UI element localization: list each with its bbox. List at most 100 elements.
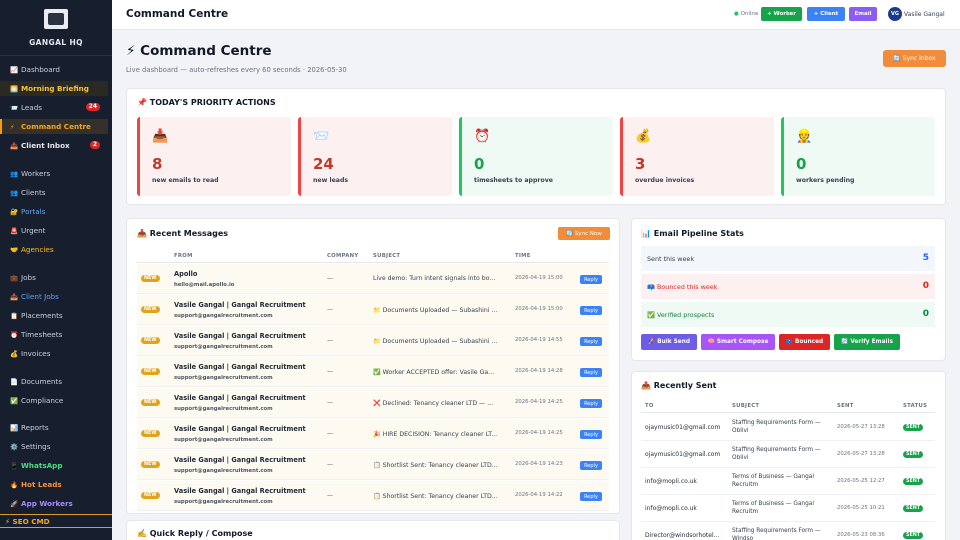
sidebar-item-client-inbox[interactable]: 📥 Client Inbox 2	[0, 138, 108, 153]
subject-cell: Staffing Requirements Form — Windso	[732, 528, 821, 540]
add-worker-button[interactable]: + Worker	[761, 7, 802, 21]
sidebar-item-seo-cmd[interactable]: ⚡ SEO CMD	[0, 514, 112, 528]
sender-name: Vasile Gangal | Gangal Recruitment	[174, 425, 306, 433]
table-row[interactable]: info@mopli.co.uk Terms of Business — Gan…	[641, 468, 935, 495]
sidebar-item-label: Compliance	[21, 396, 64, 405]
sidebar-item-urgent[interactable]: 🚨 Urgent	[0, 223, 108, 238]
reply-button[interactable]: Reply	[580, 368, 602, 377]
column-header-status: STATUS	[903, 403, 928, 409]
sync-inbox-button[interactable]: 🔄 Sync Inbox	[883, 50, 946, 67]
table-row[interactable]: NEW Vasile Gangal | Gangal Recruitment s…	[137, 357, 609, 387]
sidebar-item-workers[interactable]: 👥 Workers	[0, 166, 108, 181]
sync-now-button[interactable]: 🔄 Sync Now	[558, 227, 610, 240]
sidebar-item-reports[interactable]: 📊 Reports	[0, 420, 108, 435]
recipient-cell: ojaymusic01@gmail.com	[645, 424, 721, 431]
table-row[interactable]: ojaymusic01@gmail.com Staffing Requireme…	[641, 441, 935, 468]
quick-reply-title: ✍️ Quick Reply / Compose	[137, 529, 253, 538]
table-row[interactable]: info@mopli.co.uk Terms of Business — Gan…	[641, 495, 935, 522]
subject-cell: Terms of Business — Gangal Recruitm	[732, 501, 814, 516]
table-row[interactable]: NEW Vasile Gangal | Gangal Recruitment s…	[137, 295, 609, 325]
status-badge: SENT	[903, 478, 924, 486]
sidebar-item-settings[interactable]: ⚙️ Settings	[0, 439, 108, 454]
subject-cell: Terms of Business — Gangal Recruitm	[732, 474, 814, 489]
bulk-send-button[interactable]: 🚀 Bulk Send	[641, 334, 697, 350]
sidebar-item-hot-leads[interactable]: 🔥 Hot Leads	[0, 477, 108, 492]
sidebar-item-jobs[interactable]: 💼 Jobs	[0, 270, 108, 285]
sidebar-item-label: Dashboard	[21, 65, 60, 74]
sidebar-item-label: Workers	[21, 169, 51, 178]
sidebar-item-label: Hot Leads	[21, 480, 62, 489]
sender-name: Vasile Gangal | Gangal Recruitment	[174, 394, 306, 402]
time-cell: 2026-04-19 15:00	[515, 275, 563, 281]
reply-button[interactable]: Reply	[580, 492, 602, 501]
sidebar-item-placements[interactable]: 📋 Placements	[0, 308, 108, 323]
sidebar-item-leads[interactable]: 📨 Leads 24	[0, 100, 108, 115]
table-row[interactable]: NEW Vasile Gangal | Gangal Recruitment s…	[137, 419, 609, 449]
sidebar-item-label: Portals	[21, 207, 46, 216]
recipient-cell: info@mopli.co.uk	[645, 478, 697, 485]
time-cell: 2026-04-19 14:23	[515, 461, 563, 467]
sender-email: support@gangalrecruitment.com	[174, 344, 273, 350]
sidebar-item-agencies[interactable]: 🤝 Agencies	[0, 242, 108, 257]
user-name[interactable]: Vasile Gangal	[904, 11, 945, 18]
sidebar-item-timesheets[interactable]: ⏰ Timesheets	[0, 327, 108, 342]
sidebar-item-label: App Workers	[21, 499, 73, 508]
sidebar-item-label: Timesheets	[21, 330, 63, 339]
reply-button[interactable]: Reply	[580, 306, 602, 315]
sidebar-item-label: Urgent	[21, 226, 46, 235]
sidebar-item-morning-briefing[interactable]: 🌅 Morning Briefing	[0, 81, 108, 96]
sidebar-item-documents[interactable]: 📄 Documents	[0, 374, 108, 389]
reply-button[interactable]: Reply	[580, 399, 602, 408]
sidebar-item-app-workers[interactable]: 🚀 App Workers	[0, 496, 108, 511]
smart-compose-button[interactable]: 🧠 Smart Compose	[701, 334, 775, 350]
sidebar-item-invoices[interactable]: 💰 Invoices	[0, 346, 108, 361]
reply-button[interactable]: Reply	[580, 275, 602, 284]
kpi-overdue-invoices[interactable]: 💰 3 overdue invoices	[620, 117, 774, 196]
construction-worker-icon: 👷	[796, 129, 813, 144]
verify-emails-button[interactable]: 🔄 Verify Emails	[834, 334, 900, 350]
sender-name: Vasile Gangal | Gangal Recruitment	[174, 332, 306, 340]
table-row[interactable]: NEW Apollo hello@mail.apollo.io — Live d…	[137, 264, 609, 294]
sender-name: Vasile Gangal | Gangal Recruitment	[174, 487, 306, 495]
brand-logo[interactable]	[44, 9, 68, 29]
stat-value: 5	[922, 253, 929, 263]
sidebar-item-client-jobs[interactable]: 📥 Client Jobs	[0, 289, 108, 304]
sidebar-item-dashboard[interactable]: 📈 Dashboard	[0, 62, 108, 77]
email-button[interactable]: Email	[849, 7, 877, 21]
sidebar-item-compliance[interactable]: ✅ Compliance	[0, 393, 108, 408]
kpi-workers-pending[interactable]: 👷 0 workers pending	[781, 117, 935, 196]
sidebar-item-whatsapp[interactable]: 📱 WhatsApp	[0, 458, 108, 473]
alarm-clock-icon: ⏰	[10, 330, 19, 339]
recipient-cell: info@mopli.co.uk	[645, 505, 697, 512]
brand-name: GANGAL HQ	[29, 38, 83, 47]
table-row[interactable]: NEW Vasile Gangal | Gangal Recruitment s…	[137, 388, 609, 418]
kpi-timesheets[interactable]: ⏰ 0 timesheets to approve	[459, 117, 613, 196]
reply-button[interactable]: Reply	[580, 430, 602, 439]
reply-button[interactable]: Reply	[580, 461, 602, 470]
avatar[interactable]: VG	[888, 7, 902, 21]
table-row[interactable]: Director@windsorhotel... Staffing Requir…	[641, 522, 935, 540]
sidebar-divider	[0, 55, 112, 56]
email-pipeline-title: 📊 Email Pipeline Stats	[641, 229, 744, 238]
kpi-new-emails[interactable]: 📥 8 new emails to read	[137, 117, 291, 196]
table-row[interactable]: NEW Vasile Gangal | Gangal Recruitment s…	[137, 481, 609, 511]
sent-time-cell: 2026-05-25 10:21	[837, 505, 885, 511]
company-cell: —	[327, 461, 333, 468]
table-row[interactable]: NEW Vasile Gangal | Gangal Recruitment s…	[137, 326, 609, 356]
add-client-button[interactable]: + Client	[807, 7, 845, 21]
sidebar-item-label: Jobs	[21, 273, 36, 282]
table-row[interactable]: ojaymusic01@gmail.com Staffing Requireme…	[641, 414, 935, 441]
table-row[interactable]: NEW Vasile Gangal | Gangal Recruitment s…	[137, 450, 609, 480]
sidebar-item-clients[interactable]: 👥 Clients	[0, 185, 108, 200]
reply-button[interactable]: Reply	[580, 337, 602, 346]
rocket-icon: 🚀	[10, 499, 19, 508]
kpi-new-leads[interactable]: 📨 24 new leads	[298, 117, 452, 196]
chart-icon: 📈	[10, 65, 19, 74]
sidebar-item-portals[interactable]: 🔐 Portals	[0, 204, 108, 219]
kpi-label: overdue invoices	[635, 177, 695, 184]
sidebar-item-command-centre[interactable]: ⚡ Command Centre	[0, 119, 108, 134]
bounced-button[interactable]: 📪 Bounced	[779, 334, 830, 350]
subject-cell: 📁 Documents Uploaded — Subashini ...	[373, 338, 498, 345]
sender-email: support@gangalrecruitment.com	[174, 468, 273, 474]
stat-label: Sent this week	[647, 255, 695, 263]
